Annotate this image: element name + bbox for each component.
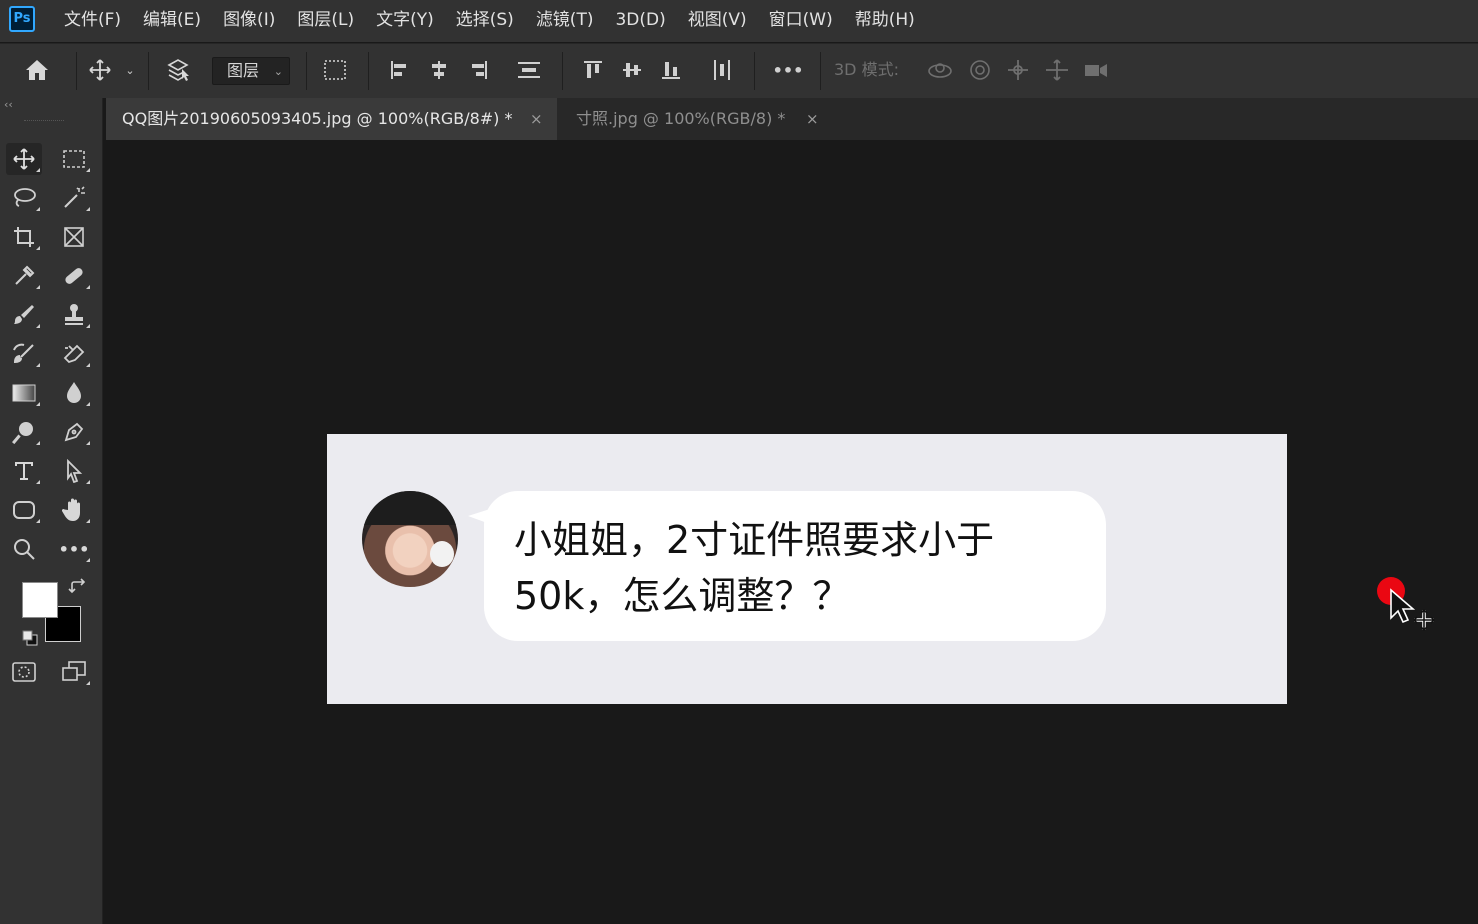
- menu-select[interactable]: 选择(S): [456, 0, 514, 42]
- menu-type[interactable]: 文字(Y): [376, 0, 434, 42]
- edit-toolbar-icon[interactable]: •••: [56, 533, 92, 565]
- zoom-tool[interactable]: [6, 533, 42, 565]
- menu-3d[interactable]: 3D(D): [615, 0, 665, 42]
- screen-mode-icon[interactable]: [56, 656, 92, 688]
- quick-mask-icon[interactable]: [6, 656, 42, 688]
- frame-tool[interactable]: [56, 221, 92, 253]
- menu-layer[interactable]: 图层(L): [297, 0, 354, 42]
- default-colors-icon[interactable]: [22, 630, 38, 650]
- tool-preset-chevron-icon[interactable]: ⌄: [123, 58, 137, 82]
- menu-bar: Ps 文件(F) 编辑(E) 图像(I) 图层(L) 文字(Y) 选择(S) 滤…: [0, 0, 1478, 42]
- options-bar: ⌄ 图层 ⌄ ••• 3D 模式:: [0, 43, 1478, 98]
- swap-colors-icon[interactable]: [68, 578, 88, 600]
- pan-3d-icon[interactable]: [1004, 58, 1032, 82]
- avatar-toy: [430, 541, 454, 567]
- eyedropper-tool[interactable]: [6, 260, 42, 292]
- menu-help[interactable]: 帮助(H): [855, 0, 915, 42]
- auto-select-target-value: 图层: [227, 61, 260, 80]
- lasso-tool[interactable]: [6, 182, 42, 214]
- scale-3d-camera-icon[interactable]: [1082, 58, 1112, 82]
- roll-3d-icon[interactable]: [966, 58, 994, 82]
- main-menu: 文件(F) 编辑(E) 图像(I) 图层(L) 文字(Y) 选择(S) 滤镜(T…: [64, 0, 937, 42]
- close-icon[interactable]: ×: [530, 98, 543, 140]
- healing-brush-icon[interactable]: [56, 260, 92, 292]
- auto-select-icon[interactable]: [164, 58, 192, 82]
- move-tool[interactable]: [6, 143, 42, 175]
- auto-select-target-select[interactable]: 图层 ⌄: [212, 57, 290, 85]
- chat-message-line: 小姐姐，2寸证件照要求小于: [514, 518, 995, 562]
- transform-controls-icon[interactable]: [320, 58, 350, 82]
- document-tab-active[interactable]: QQ图片20190605093405.jpg @ 100%(RGB/8#) * …: [106, 98, 557, 140]
- menu-edit[interactable]: 编辑(E): [143, 0, 201, 42]
- document-tab[interactable]: 寸照.jpg @ 100%(RGB/8) * ×: [558, 98, 833, 140]
- orbit-3d-icon[interactable]: [924, 58, 956, 82]
- panel-grip[interactable]: [24, 120, 64, 124]
- more-options-button[interactable]: •••: [772, 58, 804, 82]
- move-tool-icon[interactable]: [86, 58, 114, 82]
- distribute-vertical-icon[interactable]: [514, 58, 544, 82]
- history-brush-tool[interactable]: [6, 338, 42, 370]
- document-tab-bar: QQ图片20190605093405.jpg @ 100%(RGB/8#) * …: [106, 98, 1478, 140]
- foreground-color-swatch[interactable]: [22, 582, 58, 618]
- 3d-mode-label: 3D 模式:: [834, 60, 899, 79]
- align-bottom-icon[interactable]: [658, 58, 684, 82]
- chevron-down-icon: ⌄: [273, 65, 283, 78]
- home-icon[interactable]: [22, 58, 52, 82]
- align-top-icon[interactable]: [580, 58, 606, 82]
- gradient-tool[interactable]: [6, 377, 42, 409]
- slide-3d-icon[interactable]: [1042, 58, 1072, 82]
- tab-title: QQ图片20190605093405.jpg @ 100%(RGB/8#) *: [122, 109, 513, 128]
- pen-tool[interactable]: [56, 416, 92, 448]
- align-horizontal-center-icon[interactable]: [426, 58, 452, 82]
- move-cursor-icon: [1388, 588, 1440, 642]
- path-selection-tool[interactable]: [56, 455, 92, 487]
- tab-title: 寸照.jpg @ 100%(RGB/8) *: [576, 109, 786, 128]
- collapse-panel-icon[interactable]: ‹‹: [4, 98, 13, 111]
- avatar: [362, 491, 458, 587]
- type-tool[interactable]: [6, 455, 42, 487]
- blur-tool[interactable]: [56, 377, 92, 409]
- menu-window[interactable]: 窗口(W): [769, 0, 833, 42]
- brush-tool[interactable]: [6, 299, 42, 331]
- marquee-tool[interactable]: [56, 143, 92, 175]
- avatar-hat: [362, 491, 458, 525]
- menu-view[interactable]: 视图(V): [688, 0, 747, 42]
- chat-message-line: 50k，怎么调整？？: [514, 574, 851, 618]
- distribute-horizontal-icon[interactable]: [709, 58, 735, 82]
- hand-tool[interactable]: [56, 494, 92, 526]
- chat-message: 小姐姐，2寸证件照要求小于 50k，怎么调整？？: [514, 512, 1074, 624]
- menu-filter[interactable]: 滤镜(T): [536, 0, 594, 42]
- menu-image[interactable]: 图像(I): [223, 0, 275, 42]
- crop-tool[interactable]: [6, 221, 42, 253]
- magic-wand-tool[interactable]: [56, 182, 92, 214]
- document-canvas[interactable]: 小姐姐，2寸证件照要求小于 50k，怎么调整？？: [327, 434, 1287, 704]
- photoshop-logo[interactable]: Ps: [9, 6, 35, 32]
- align-vertical-center-icon[interactable]: [619, 58, 645, 82]
- dodge-tool[interactable]: [6, 416, 42, 448]
- tools-panel: ‹‹ •••: [0, 98, 103, 924]
- clone-stamp-tool[interactable]: [56, 299, 92, 331]
- eraser-tool[interactable]: [56, 338, 92, 370]
- align-right-icon[interactable]: [466, 58, 492, 82]
- menu-file[interactable]: 文件(F): [64, 0, 121, 42]
- close-icon[interactable]: ×: [806, 98, 819, 140]
- rectangle-tool[interactable]: [6, 494, 42, 526]
- align-left-icon[interactable]: [386, 58, 412, 82]
